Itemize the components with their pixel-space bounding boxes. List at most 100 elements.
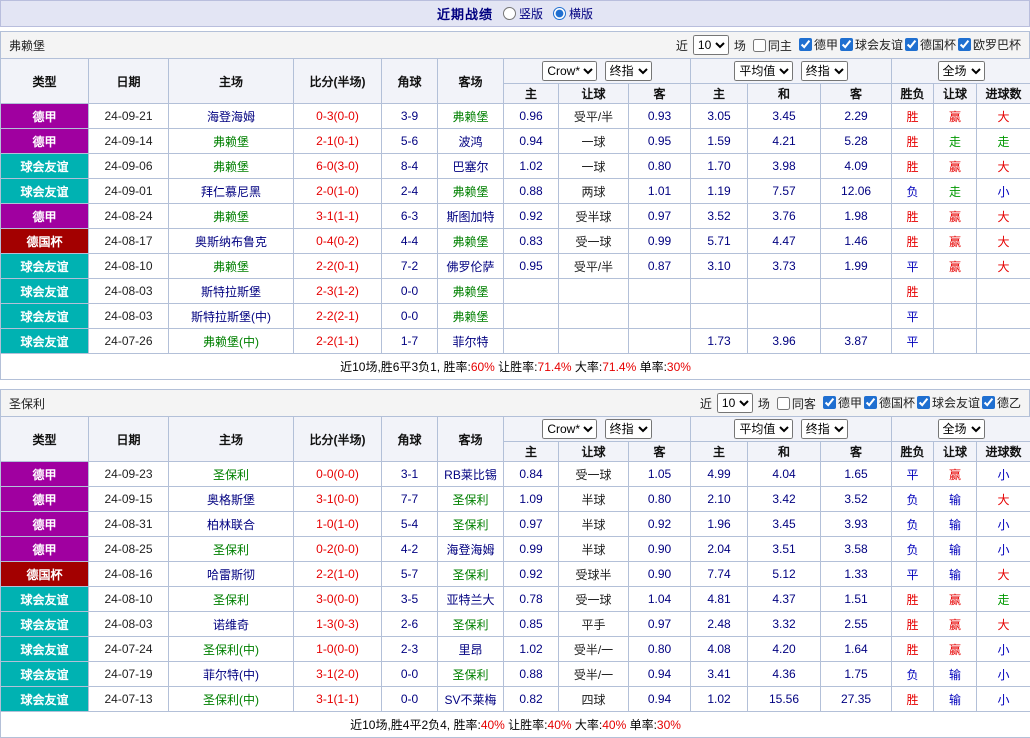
handicap-line-cell: 受半/一 <box>559 662 629 687</box>
average-stage-select[interactable]: 终指 <box>801 419 848 439</box>
league-filter[interactable]: 德甲 <box>823 394 862 411</box>
home-team-cell[interactable]: 圣保利 <box>169 587 294 612</box>
league-filter[interactable]: 德国杯 <box>864 394 915 411</box>
away-team-cell[interactable]: 菲尔特 <box>438 329 504 354</box>
home-team-cell[interactable]: 海登海姆 <box>169 104 294 129</box>
league-filter[interactable]: 欧罗巴杯 <box>958 36 1021 53</box>
away-team-cell[interactable]: RB莱比锡 <box>438 462 504 487</box>
away-team-cell[interactable]: 弗赖堡 <box>438 229 504 254</box>
same-venue-checkbox[interactable] <box>777 397 790 410</box>
home-team-cell[interactable]: 菲尔特(中) <box>169 662 294 687</box>
same-venue-filter[interactable]: 同主 <box>753 37 792 54</box>
score-cell: 3-1(1-1) <box>294 687 382 712</box>
away-team-cell[interactable]: 圣保利 <box>438 662 504 687</box>
match-row: 德甲24-09-21海登海姆0-3(0-0)3-9弗赖堡0.96受平/半0.93… <box>1 104 1030 129</box>
home-odds-cell <box>504 279 559 304</box>
league-filter-label: 德国杯 <box>879 394 915 411</box>
average-stage-select[interactable]: 终指 <box>801 61 848 81</box>
away-odds-cell: 0.93 <box>629 104 691 129</box>
corner-cell: 3-1 <box>382 462 438 487</box>
layout-option-vertical[interactable]: 竖版 <box>503 5 543 22</box>
team-name: 弗赖堡 <box>9 37 45 54</box>
league-checkbox[interactable] <box>823 396 836 409</box>
league-checkbox[interactable] <box>958 38 971 51</box>
handicap-line-cell: 半球 <box>559 512 629 537</box>
bookmaker-select[interactable]: Crow* <box>542 61 597 81</box>
league-filter[interactable]: 球会友谊 <box>917 394 980 411</box>
league-filter[interactable]: 德国杯 <box>905 36 956 53</box>
match-scope-select[interactable]: 全场 <box>938 61 985 81</box>
away-team-cell[interactable]: 圣保利 <box>438 487 504 512</box>
date-cell: 24-08-31 <box>89 512 169 537</box>
same-venue-checkbox[interactable] <box>753 39 766 52</box>
average-select[interactable]: 平均值 <box>734 61 793 81</box>
league-filter[interactable]: 球会友谊 <box>840 36 903 53</box>
league-checkbox[interactable] <box>864 396 877 409</box>
league-checkbox[interactable] <box>982 396 995 409</box>
scope-select-group: 全场 <box>892 59 1030 84</box>
away-team-cell[interactable]: 海登海姆 <box>438 537 504 562</box>
bookmaker-select[interactable]: Crow* <box>542 419 597 439</box>
horizontal-layout-radio[interactable] <box>553 7 566 20</box>
bookmaker-stage-select[interactable]: 终指 <box>605 419 652 439</box>
away-team-cell[interactable]: 圣保利 <box>438 562 504 587</box>
home-team-cell[interactable]: 弗赖堡 <box>169 154 294 179</box>
away-team-cell[interactable]: 里昂 <box>438 637 504 662</box>
summary-text: 近10场,胜4平2负4, 胜率:40% 让胜率:40% 大率:40% 单率:30… <box>1 712 1030 738</box>
away-team-cell[interactable]: 巴塞尔 <box>438 154 504 179</box>
bookmaker-stage-select[interactable]: 终指 <box>605 61 652 81</box>
away-team-cell[interactable]: 弗赖堡 <box>438 304 504 329</box>
home-team-cell[interactable]: 斯特拉斯堡 <box>169 279 294 304</box>
match-scope-select[interactable]: 全场 <box>938 419 985 439</box>
home-team-cell[interactable]: 弗赖堡 <box>169 254 294 279</box>
home-team-cell[interactable]: 诺维奇 <box>169 612 294 637</box>
away-team-cell[interactable]: 弗赖堡 <box>438 104 504 129</box>
home-team-cell[interactable]: 柏林联合 <box>169 512 294 537</box>
away-team-cell[interactable]: 圣保利 <box>438 612 504 637</box>
league-checkbox[interactable] <box>917 396 930 409</box>
home-team-cell[interactable]: 奥格斯堡 <box>169 487 294 512</box>
home-team-cell[interactable]: 弗赖堡(中) <box>169 329 294 354</box>
home-odds-cell: 0.94 <box>504 129 559 154</box>
away-team-cell[interactable]: 亚特兰大 <box>438 587 504 612</box>
score-cell: 0-4(0-2) <box>294 229 382 254</box>
summary-label: 大率: <box>572 360 603 374</box>
home-team-cell[interactable]: 拜仁慕尼黑 <box>169 179 294 204</box>
handicap-result-cell: 赢 <box>934 254 977 279</box>
away-team-cell[interactable]: 弗赖堡 <box>438 279 504 304</box>
league-checkbox[interactable] <box>840 38 853 51</box>
home-team-cell[interactable]: 圣保利 <box>169 537 294 562</box>
home-team-cell[interactable]: 哈雷斯彻 <box>169 562 294 587</box>
home-team-cell[interactable]: 圣保利 <box>169 462 294 487</box>
home-team-cell[interactable]: 圣保利(中) <box>169 687 294 712</box>
away-team-cell[interactable]: SV不莱梅 <box>438 687 504 712</box>
home-team-cell[interactable]: 奥斯纳布鲁克 <box>169 229 294 254</box>
away-team-cell[interactable]: 弗赖堡 <box>438 179 504 204</box>
league-filter-label: 德甲 <box>814 36 838 53</box>
away-team-cell[interactable]: 斯图加特 <box>438 204 504 229</box>
away-team-cell[interactable]: 圣保利 <box>438 512 504 537</box>
league-checkbox[interactable] <box>905 38 918 51</box>
away-team-cell[interactable]: 波鸿 <box>438 129 504 154</box>
league-filter[interactable]: 德甲 <box>799 36 838 53</box>
league-checkbox[interactable] <box>799 38 812 51</box>
date-cell: 24-09-01 <box>89 179 169 204</box>
average-select[interactable]: 平均值 <box>734 419 793 439</box>
date-cell: 24-08-03 <box>89 279 169 304</box>
vertical-layout-radio[interactable] <box>503 7 516 20</box>
home-team-cell[interactable]: 弗赖堡 <box>169 204 294 229</box>
layout-option-horizontal[interactable]: 横版 <box>553 5 593 22</box>
matches-table: 类型 日期 主场 比分(半场) 角球 客场 Crow* 终指 平均值 终指 全场 <box>0 58 1030 380</box>
handicap-line-cell: 受平/半 <box>559 254 629 279</box>
odds-select-group: Crow* 终指 <box>504 417 691 442</box>
league-filter[interactable]: 德乙 <box>982 394 1021 411</box>
same-venue-filter[interactable]: 同客 <box>777 395 816 412</box>
home-team-cell[interactable]: 弗赖堡 <box>169 129 294 154</box>
home-team-cell[interactable]: 斯特拉斯堡(中) <box>169 304 294 329</box>
page-title: 近期战绩 <box>437 4 493 23</box>
result-cell: 负 <box>892 179 934 204</box>
recent-count-select[interactable]: 10 <box>717 393 753 413</box>
recent-count-select[interactable]: 10 <box>693 35 729 55</box>
home-team-cell[interactable]: 圣保利(中) <box>169 637 294 662</box>
away-team-cell[interactable]: 佛罗伦萨 <box>438 254 504 279</box>
